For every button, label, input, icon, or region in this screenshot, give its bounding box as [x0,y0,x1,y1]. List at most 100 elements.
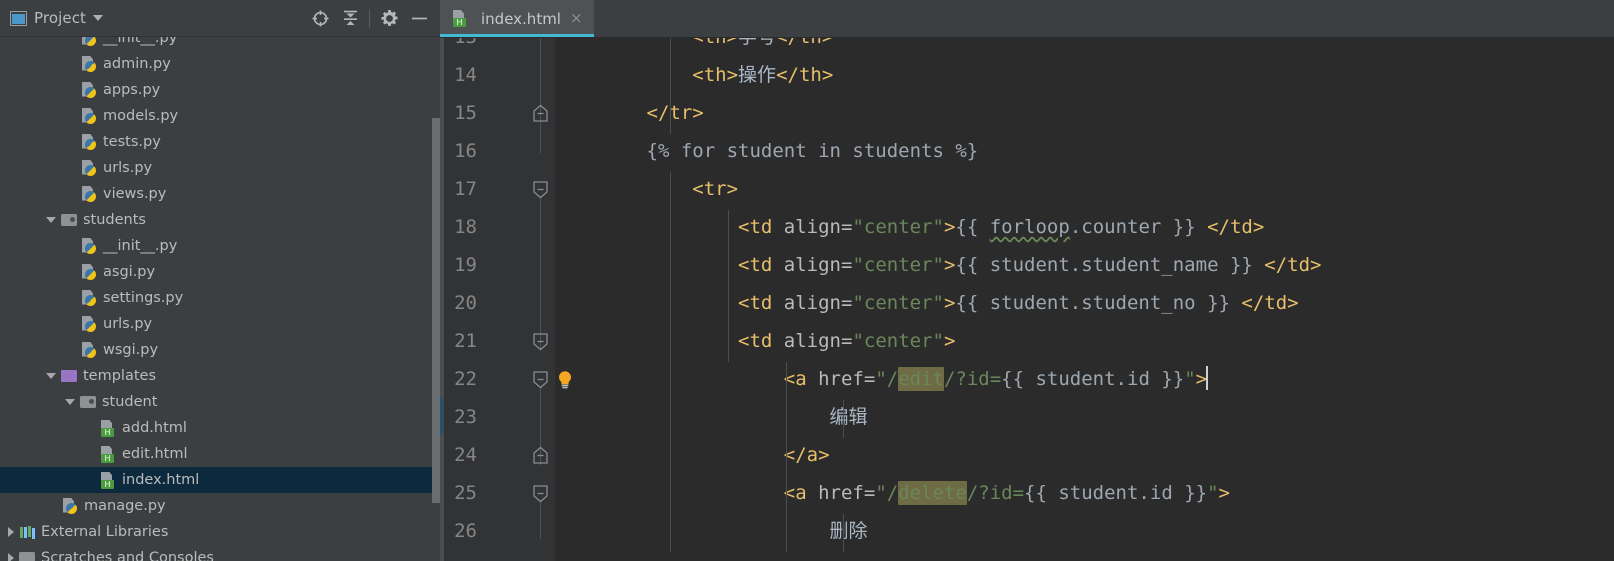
toolbar-divider [369,8,370,28]
code-line[interactable]: <tr> [440,170,1614,208]
project-file-tree[interactable]: __init__.py admin.py apps.py models.py tests… [0,37,440,561]
code-line[interactable]: <th>操作</th> [440,56,1614,94]
code-token: </td> [1241,292,1299,314]
tree-arrow-spacer [65,194,76,195]
tree-item-manage-py[interactable]: manage.py [0,493,440,519]
html-file-icon [100,446,116,463]
editor-tab-index-html[interactable]: index.html × [440,0,594,37]
project-window-icon [10,10,27,26]
tree-item-urls-py[interactable]: urls.py [0,155,440,181]
tree-item-label: urls.py [103,160,153,176]
code-line[interactable]: {% for student in students %} [440,132,1614,170]
tree-item-add-html[interactable]: add.html [0,415,440,441]
project-title-group[interactable]: Project [0,9,104,27]
code-token: align= [783,254,853,276]
code-token: {% for student in students %} [646,140,979,162]
tree-item-scratches-and-consoles[interactable]: Scratches and Consoles [0,545,440,561]
python-file-icon [81,290,97,307]
tree-item-label: __init__.py [103,238,178,254]
select-opened-file-icon[interactable] [305,4,335,32]
code-line[interactable]: <a href="/edit/?id={{ student.id }}"> [440,360,1614,398]
code-token: "center" [852,330,944,352]
tree-item-external-libraries[interactable]: External Libraries [0,519,440,545]
python-file-icon [62,498,78,515]
tree-item-label: admin.py [103,56,171,72]
chevron-right-icon[interactable] [8,553,14,561]
indent-guide [843,400,844,438]
code-token: {{ student.student_name }} [955,254,1253,276]
code-token: {{ student.student_no }} [955,292,1230,314]
tree-item-edit-html[interactable]: edit.html [0,441,440,467]
chevron-right-icon[interactable] [8,527,14,537]
tree-item-settings-py[interactable]: settings.py [0,285,440,311]
code-token: "center" [852,254,944,276]
chevron-down-icon[interactable] [65,399,75,405]
code-line[interactable]: </a> [440,436,1614,474]
hide-tool-window-icon[interactable] [404,4,434,32]
code-token: /?id= [966,482,1025,504]
close-icon[interactable]: × [570,11,583,26]
html-file-icon [100,420,116,437]
tree-arrow-spacer [65,272,76,273]
python-file-icon [81,316,97,333]
tree-item-admin-py[interactable]: admin.py [0,51,440,77]
code-token: <a [783,482,819,504]
tree-item-student[interactable]: student [0,389,440,415]
tree-item-models-py[interactable]: models.py [0,103,440,129]
code-line[interactable]: <td align="center">{{ student.student_na… [440,246,1614,284]
tree-item-wsgi-py[interactable]: wsgi.py [0,337,440,363]
folder-grey-icon [61,212,77,229]
tree-arrow-spacer [84,428,95,429]
code-token: 删除 [829,520,868,542]
tree-arrow-spacer [65,38,76,39]
tree-arrow-spacer [65,168,76,169]
code-line[interactable]: </tr> [440,94,1614,132]
code-line[interactable]: <th>学号</th> [440,38,1614,56]
python-file-icon [81,160,97,177]
python-file-icon [81,82,97,99]
folder-grey-icon [80,394,96,411]
code-token: > [943,330,956,352]
project-toolbar-actions [305,4,440,32]
code-token: <td [738,292,784,314]
code-line[interactable]: <td align="center">{{ forloop.counter }}… [440,208,1614,246]
tree-item-views-py[interactable]: views.py [0,181,440,207]
tree-item-label: asgi.py [103,264,156,280]
tree-item-index-html[interactable]: index.html [0,467,440,493]
tree-item-label: views.py [103,186,167,202]
tree-arrow-spacer [65,64,76,65]
code-line[interactable]: <td align="center">{{ student.student_no… [440,284,1614,322]
code-token: <td [738,216,784,238]
collapse-all-icon[interactable] [335,4,365,32]
chevron-down-icon[interactable] [46,373,56,379]
python-file-icon [81,264,97,281]
tree-item-students[interactable]: students [0,207,440,233]
tree-arrow-spacer [65,246,76,247]
tree-item-templates[interactable]: templates [0,363,440,389]
project-tree-scrollbar[interactable] [432,118,440,503]
tree-arrow-spacer [65,142,76,143]
code-token: > [943,216,956,238]
gear-icon[interactable] [374,4,404,32]
tree-item-asgi-py[interactable]: asgi.py [0,259,440,285]
code-editor[interactable]: 1314151617181920212223242526 <th>学号</th>… [440,38,1614,561]
code-line[interactable]: <td align="center"> [440,322,1614,360]
code-line[interactable]: 编辑 [440,398,1614,436]
code-token: edit [898,367,944,391]
tree-item-tests-py[interactable]: tests.py [0,129,440,155]
code-token: href= [818,368,876,390]
code-line[interactable]: <a href="/delete/?id={{ student.id }}"> [440,474,1614,512]
chevron-down-icon[interactable] [46,217,56,223]
code-line[interactable]: 删除 [440,512,1614,550]
tree-item--init-py[interactable]: __init__.py [0,37,440,51]
tree-item-apps-py[interactable]: apps.py [0,77,440,103]
folder-purple-icon [61,368,77,385]
tree-item--init-py[interactable]: __init__.py [0,233,440,259]
chevron-down-icon[interactable] [93,15,104,21]
code-token: align= [783,330,853,352]
tree-item-urls-py[interactable]: urls.py [0,311,440,337]
